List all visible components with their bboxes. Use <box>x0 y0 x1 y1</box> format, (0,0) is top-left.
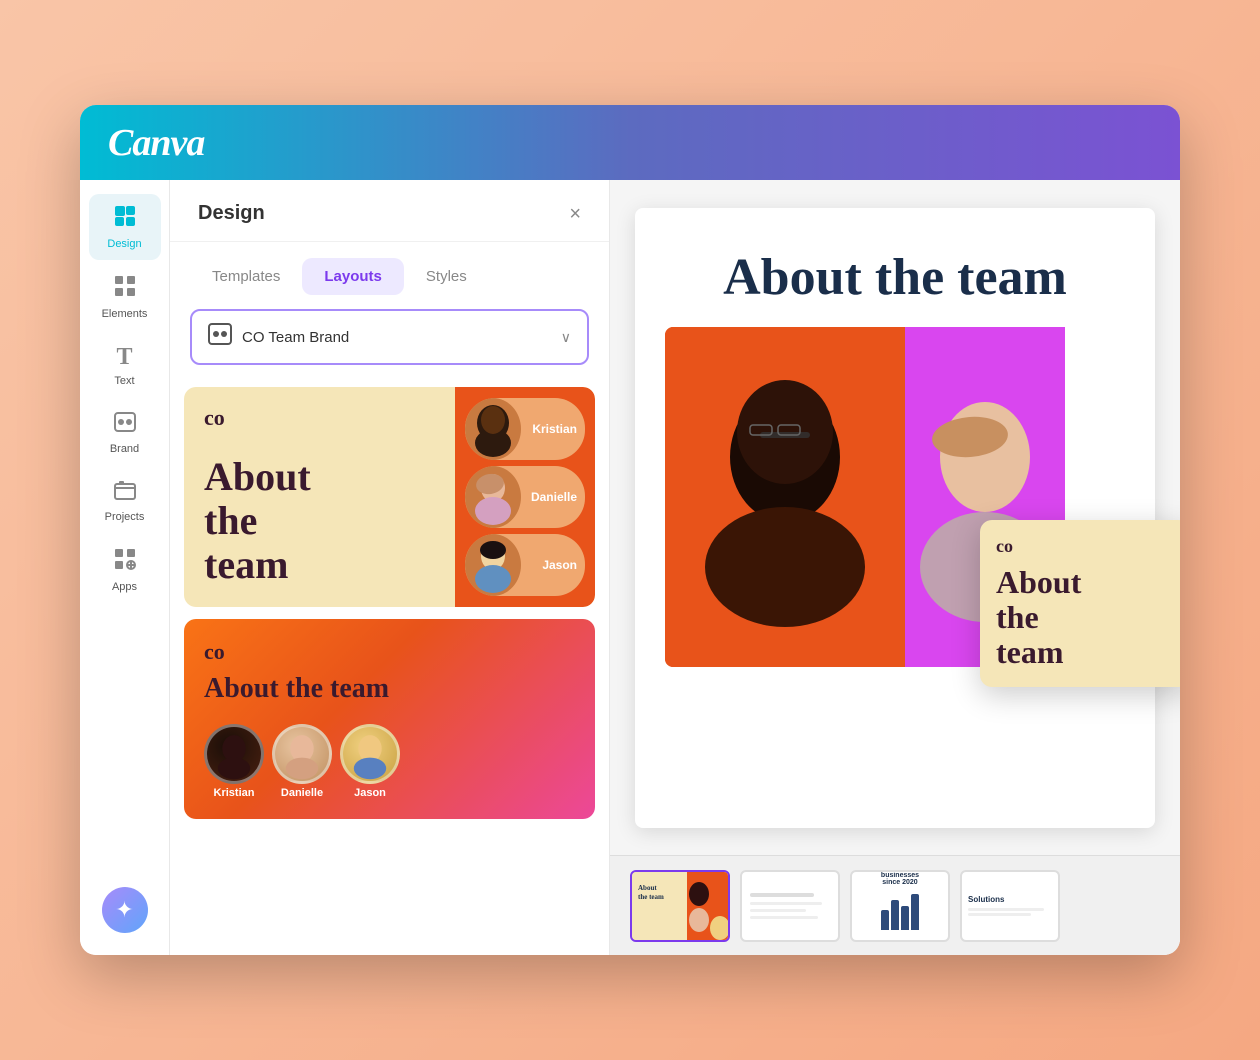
template2-person1-circle <box>204 724 264 784</box>
slide-preview[interactable]: About the team <box>635 208 1155 828</box>
svg-text:About: About <box>638 884 657 892</box>
panel-content-area: co Abouttheteam <box>170 379 609 955</box>
person2-name: Danielle <box>531 490 577 504</box>
canvas-main: About the team <box>610 180 1180 855</box>
floating-tooltip-card: co Abouttheteam Kristian <box>980 520 1180 687</box>
sidebar-item-projects[interactable]: Projects <box>89 469 161 533</box>
sidebar-apps-label: Apps <box>112 581 137 593</box>
thumbnails-strip: About the team <box>610 855 1180 955</box>
thumbnail-3[interactable]: Helpingbusinessessince 2020 <box>850 870 950 942</box>
person3-face <box>465 534 521 596</box>
text-icon: T <box>116 344 132 371</box>
close-button[interactable]: × <box>569 204 581 224</box>
templates-grid: co Abouttheteam <box>170 379 609 835</box>
thumbnail2-content <box>742 885 838 927</box>
apps-icon <box>113 547 137 577</box>
sidebar-item-text[interactable]: T Text <box>89 334 161 397</box>
person1-face <box>465 398 521 460</box>
floating-card-logo: co <box>996 536 1174 557</box>
tab-styles[interactable]: Styles <box>404 258 489 295</box>
template1-photos-column: Kristian <box>455 387 595 607</box>
design-panel: Design × Templates Layouts Styles CO Tea… <box>170 180 610 955</box>
thumbnail-4[interactable]: Solutions <box>960 870 1060 942</box>
template2-person1-name: Kristian <box>214 787 255 799</box>
svg-text:the team: the team <box>638 893 664 901</box>
elements-icon <box>113 274 137 304</box>
sidebar-item-brand[interactable]: Brand <box>89 401 161 465</box>
tab-layouts[interactable]: Layouts <box>302 258 404 295</box>
template2-brand-logo: co <box>204 639 575 665</box>
person3-name: Jason <box>542 558 577 572</box>
magic-button[interactable]: ✦ <box>102 887 148 933</box>
sidebar-item-elements[interactable]: Elements <box>89 264 161 330</box>
template2-person3-circle <box>340 724 400 784</box>
thumbnail3-chart <box>877 890 923 934</box>
template-card-2[interactable]: co About the team Kristian <box>184 619 595 819</box>
sidebar: Design Elements T Text <box>80 180 170 955</box>
sidebar-design-label: Design <box>107 238 141 250</box>
template2-person2-name: Danielle <box>281 787 323 799</box>
template1-person-2: Danielle <box>465 466 585 528</box>
thumbnail-2[interactable] <box>740 870 840 942</box>
panel-header: Design × <box>170 180 609 242</box>
design-icon <box>113 204 137 234</box>
brand-selector[interactable]: CO Team Brand ∨ <box>190 309 589 365</box>
template2-title: About the team <box>204 673 575 705</box>
tabs-row: Templates Layouts Styles <box>170 242 609 295</box>
template2-person2-circle <box>272 724 332 784</box>
browser-header: Canva <box>80 105 1180 180</box>
sidebar-projects-label: Projects <box>105 511 145 523</box>
sidebar-elements-label: Elements <box>102 308 148 320</box>
slide-photo-main <box>665 327 905 667</box>
tab-templates[interactable]: Templates <box>190 258 302 295</box>
browser-window: Canva Design <box>80 105 1180 955</box>
canvas-area: About the team <box>610 180 1180 955</box>
chevron-down-icon: ∨ <box>561 329 571 346</box>
panel-title: Design <box>198 202 265 225</box>
floating-card-title: Abouttheteam <box>996 565 1174 671</box>
template1-person-3: Jason <box>465 534 585 596</box>
template1-person-1: Kristian <box>465 398 585 460</box>
template1-brand-logo: co <box>204 405 225 431</box>
sidebar-text-label: Text <box>114 375 134 387</box>
brand-selector-name: CO Team Brand <box>242 329 551 346</box>
canva-logo: Canva <box>108 121 204 165</box>
person1-name: Kristian <box>532 422 577 436</box>
template2-persons-row: Kristian Danielle <box>204 724 400 799</box>
sidebar-item-design[interactable]: Design <box>89 194 161 260</box>
thumbnail-1[interactable]: About the team <box>630 870 730 942</box>
sidebar-item-apps[interactable]: Apps <box>89 537 161 603</box>
person2-face <box>465 466 521 528</box>
template2-person3-name: Jason <box>354 787 386 799</box>
template-card-1[interactable]: co Abouttheteam <box>184 387 595 607</box>
magic-star-icon: ✦ <box>115 897 133 923</box>
app-body: Design Elements T Text <box>80 180 1180 955</box>
sidebar-brand-label: Brand <box>110 443 139 455</box>
brand-icon <box>113 411 137 439</box>
slide-title: About the team <box>723 248 1067 308</box>
brand-selector-icon <box>208 323 232 351</box>
projects-icon <box>113 479 137 507</box>
